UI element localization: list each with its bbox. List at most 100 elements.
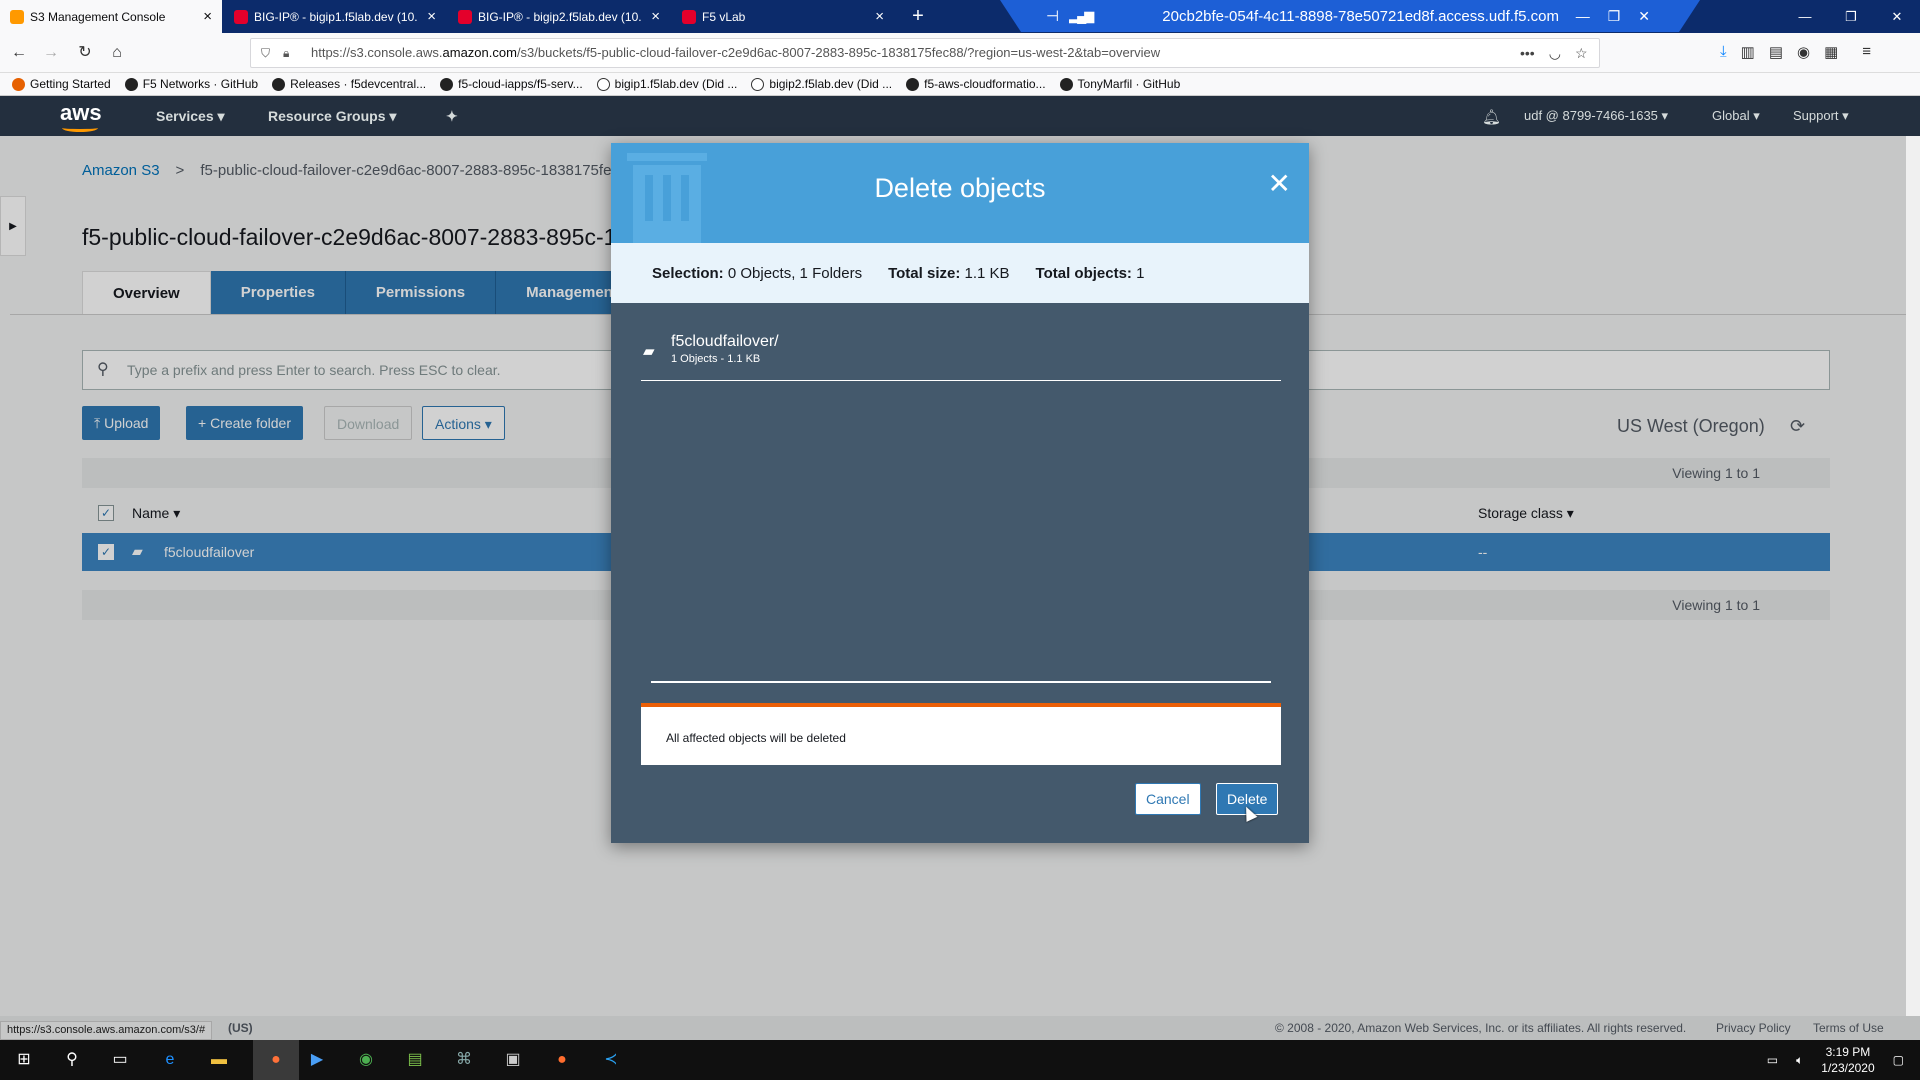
network-icon[interactable]: ▭ bbox=[1767, 1053, 1778, 1067]
item-name: f5cloudfailover/ bbox=[671, 333, 779, 350]
bookmark-item[interactable]: TonyMarfil · GitHub bbox=[1059, 77, 1180, 91]
scrollbar[interactable] bbox=[1906, 136, 1920, 1016]
search-icon[interactable]: ⚲ bbox=[60, 1048, 84, 1072]
taskbar: ⊞ ⚲ ▭ e ▬ ● ▶ ◉ ▤ ⌘ ▣ ● ≺ ▭ 🔈︎ 3:19 PM 1… bbox=[0, 1040, 1920, 1080]
github-icon bbox=[124, 77, 138, 91]
account-icon[interactable]: ◉ bbox=[1797, 43, 1810, 61]
support-menu[interactable]: Support ▾ bbox=[1793, 108, 1849, 124]
download-icon[interactable]: ⤓ bbox=[1720, 43, 1727, 61]
progress-divider bbox=[651, 681, 1271, 683]
objects-label: Total objects: bbox=[1035, 264, 1132, 282]
forward-icon[interactable]: → bbox=[40, 42, 62, 64]
close-tab-icon[interactable]: × bbox=[875, 8, 884, 25]
lock-icon[interactable]: 🔒︎ bbox=[283, 39, 289, 67]
file-explorer-icon[interactable]: ▬ bbox=[207, 1048, 231, 1072]
bookmark-label: bigip2.f5lab.dev (Did ... bbox=[769, 77, 893, 91]
extensions-icon[interactable]: ▦ bbox=[1824, 43, 1838, 61]
bookmark-label: Releases · f5devcentral... bbox=[290, 77, 427, 91]
close-tab-icon[interactable]: × bbox=[651, 8, 660, 25]
url-path: /s3/buckets/f5-public-cloud-failover-c2e… bbox=[516, 45, 1161, 60]
edge-icon[interactable]: e bbox=[158, 1048, 182, 1072]
remote-session-banner: ⊣ ▂▄▆ 20cb2bfe-054f-4c11-8898-78e50721ed… bbox=[1000, 0, 1700, 32]
pin-services-icon[interactable]: ✦ bbox=[446, 108, 458, 125]
bookmark-label: Getting Started bbox=[30, 77, 111, 91]
close-tab-icon[interactable]: × bbox=[203, 8, 212, 25]
url-bar[interactable]: https://s3.console.aws.amazon.com/s3/buc… bbox=[250, 38, 1600, 68]
reload-icon[interactable]: ↻ bbox=[74, 42, 96, 64]
page-actions-icon[interactable]: ••• bbox=[1520, 45, 1535, 62]
services-menu[interactable]: Services ▾ bbox=[156, 108, 225, 125]
size-info: Total size: 1.1 KB bbox=[888, 265, 1009, 282]
aws-logo-text: aws bbox=[60, 100, 102, 125]
github-icon bbox=[272, 77, 286, 91]
bell-icon[interactable]: 🔔︎ bbox=[1482, 108, 1501, 126]
firefox-icon[interactable]: ● bbox=[264, 1048, 288, 1072]
new-tab-button[interactable]: + bbox=[906, 5, 930, 28]
remote-minimize-icon[interactable]: — bbox=[1576, 8, 1590, 25]
powershell-icon[interactable]: ▶ bbox=[305, 1048, 329, 1072]
selection-label: Selection: bbox=[652, 264, 724, 282]
pocket-icon[interactable]: ◡ bbox=[1549, 45, 1561, 62]
tab-title: BIG-IP® - bigip1.f5lab.dev (10. bbox=[254, 9, 418, 24]
home-icon[interactable]: ⌂ bbox=[106, 42, 128, 64]
sidebar-icon[interactable]: ▤ bbox=[1769, 43, 1783, 61]
firefox-icon bbox=[12, 77, 25, 91]
bookmark-item[interactable]: bigip2.f5lab.dev (Did ... bbox=[751, 77, 892, 91]
region-menu[interactable]: Global ▾ bbox=[1712, 108, 1760, 124]
browser-tab-vlab[interactable]: F5 vLab × bbox=[672, 0, 894, 33]
app-icon[interactable]: ▣ bbox=[501, 1048, 525, 1072]
resource-groups-menu[interactable]: Resource Groups ▾ bbox=[268, 108, 396, 125]
vscode-icon[interactable]: ≺ bbox=[599, 1048, 623, 1072]
aws-logo[interactable]: aws bbox=[60, 100, 102, 132]
size-label: Total size: bbox=[888, 264, 961, 282]
remote-close-icon[interactable]: ✕ bbox=[1638, 8, 1650, 25]
remote-restore-icon[interactable]: ❐ bbox=[1608, 8, 1621, 25]
bookmark-label: f5-cloud-iapps/f5-serv... bbox=[458, 77, 583, 91]
bookmark-item[interactable]: F5 Networks · GitHub bbox=[124, 77, 259, 91]
network-tool-icon[interactable]: ⌘ bbox=[452, 1048, 476, 1072]
bookmark-item[interactable]: Getting Started bbox=[12, 77, 111, 91]
bookmark-item[interactable]: Releases · f5devcentral... bbox=[272, 77, 426, 91]
tab-title: F5 vLab bbox=[702, 9, 746, 24]
bookmark-item[interactable]: f5-aws-cloudformatio... bbox=[906, 77, 1046, 91]
restore-icon[interactable]: ❐ bbox=[1828, 0, 1874, 33]
shield-icon[interactable]: ⛉ bbox=[261, 39, 270, 67]
size-value: 1.1 KB bbox=[964, 264, 1010, 282]
notifications-icon[interactable]: ▢ bbox=[1893, 1053, 1904, 1067]
library-icon[interactable]: ▥ bbox=[1741, 43, 1755, 61]
aws-top-nav: aws Services ▾ Resource Groups ▾ ✦ 🔔︎ ud… bbox=[0, 96, 1920, 136]
browser-tab-bigip1[interactable]: BIG-IP® - bigip1.f5lab.dev (10. × bbox=[224, 0, 446, 33]
f5-favicon-icon bbox=[682, 9, 696, 24]
postman-icon[interactable]: ● bbox=[550, 1048, 574, 1072]
browser-tab-s3[interactable]: S3 Management Console × bbox=[0, 0, 222, 33]
bookmark-item[interactable]: f5-cloud-iapps/f5-serv... bbox=[440, 77, 583, 91]
browser-tab-bar: S3 Management Console × BIG-IP® - bigip1… bbox=[0, 0, 1920, 33]
clock[interactable]: 3:19 PM 1/23/2020 bbox=[1821, 1044, 1874, 1076]
minimize-icon[interactable]: — bbox=[1782, 0, 1828, 33]
close-window-icon[interactable]: ✕ bbox=[1874, 0, 1920, 33]
volume-icon[interactable]: 🔈︎ bbox=[1796, 1053, 1803, 1068]
pin-icon[interactable]: ⊣ bbox=[1046, 7, 1059, 25]
star-icon[interactable]: ☆ bbox=[1575, 45, 1588, 62]
chrome-icon[interactable]: ◉ bbox=[354, 1048, 378, 1072]
close-icon[interactable]: ✕ bbox=[1268, 167, 1291, 200]
windows-start-icon[interactable]: ⊞ bbox=[12, 1048, 36, 1072]
menu-icon[interactable]: ≡ bbox=[1862, 43, 1871, 61]
folder-icon: ▰ bbox=[643, 343, 655, 360]
bookmark-label: F5 Networks · GitHub bbox=[142, 77, 259, 91]
cancel-button[interactable]: Cancel bbox=[1135, 783, 1201, 815]
aws-smile-icon bbox=[62, 124, 98, 132]
dialog-title: Delete objects bbox=[874, 173, 1046, 203]
notepad-icon[interactable]: ▤ bbox=[403, 1048, 427, 1072]
objects-info: Total objects: 1 bbox=[1036, 265, 1145, 282]
tab-title: BIG-IP® - bigip2.f5lab.dev (10. bbox=[478, 9, 642, 24]
close-tab-icon[interactable]: × bbox=[427, 8, 436, 25]
f5-favicon-icon bbox=[234, 9, 248, 24]
task-view-icon[interactable]: ▭ bbox=[108, 1048, 132, 1072]
account-menu[interactable]: udf @ 8799-7466-1635 ▾ bbox=[1524, 108, 1668, 124]
bookmark-label: bigip1.f5lab.dev (Did ... bbox=[614, 77, 738, 91]
bookmark-item[interactable]: bigip1.f5lab.dev (Did ... bbox=[596, 77, 738, 91]
back-icon[interactable]: ← bbox=[8, 42, 30, 64]
browser-tab-bigip2[interactable]: BIG-IP® - bigip2.f5lab.dev (10. × bbox=[448, 0, 670, 33]
browser-toolbar: ⤓ ▥ ▤ ◉ ▦ ≡ bbox=[1720, 43, 1871, 61]
